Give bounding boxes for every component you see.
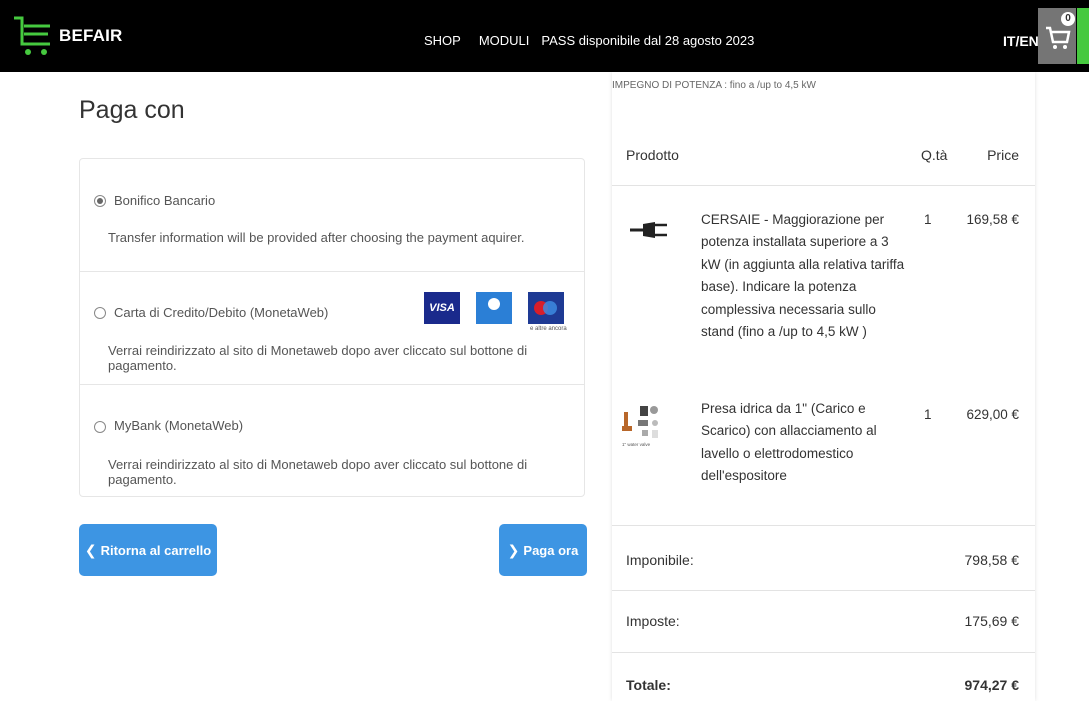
power-commitment-note: IMPEGNO DI POTENZA : fino a /up to 4,5 k… — [612, 80, 816, 91]
chevron-right-icon: ❯ — [507, 541, 520, 558]
chevron-left-icon: ❮ — [84, 541, 97, 558]
diners-club-logo-icon — [476, 292, 512, 324]
payment-methods-panel: Bonifico Bancario Transfer information w… — [79, 158, 585, 497]
visa-logo-icon: VISA — [424, 292, 460, 324]
payment-option-label: Bonifico Bancario — [114, 193, 216, 208]
payment-option-bonifico[interactable]: Bonifico Bancario Transfer information w… — [80, 159, 584, 271]
brand-logo[interactable]: BEFAIR — [12, 8, 172, 64]
radio-carta[interactable] — [94, 307, 106, 319]
divider — [612, 652, 1035, 653]
pay-now-button[interactable]: ❯ Paga ora — [499, 524, 587, 576]
water-valve-icon: 1" water valve — [622, 406, 658, 447]
pay-now-label: Paga ora — [523, 542, 579, 558]
column-header-qty: Q.tà — [921, 147, 948, 163]
column-header-price: Price — [987, 147, 1019, 163]
product-qty: 1 — [924, 212, 932, 227]
water-valve-caption: 1" water valve — [622, 442, 651, 447]
main-nav: SHOP MODULI PASS disponibile dal 28 agos… — [424, 33, 754, 48]
nav-moduli[interactable]: MODULI — [479, 33, 530, 48]
payment-option-description: Verrai reindirizzato al sito di Monetawe… — [108, 457, 528, 487]
payment-option-mybank[interactable]: MyBank (MonetaWeb) Verrai reindirizzato … — [80, 384, 584, 497]
product-name: Presa idrica da 1" (Carico e Scarico) co… — [701, 401, 877, 484]
payment-option-label: Carta di Credito/Debito (MonetaWeb) — [114, 305, 329, 320]
taxes-label: Imposte: — [626, 613, 680, 629]
total-value: 974,27 € — [964, 677, 1020, 693]
divider — [612, 525, 1035, 526]
total-label: Totale: — [626, 677, 671, 693]
product-name: CERSAIE - Maggiorazione per potenza inst… — [701, 212, 905, 340]
product-price: 169,58 € — [966, 212, 1019, 227]
cart-logo-icon — [14, 16, 50, 55]
brand-name: BEFAIR — [59, 26, 123, 45]
page-title: Paga con — [79, 96, 185, 124]
cart-count-badge: 0 — [1061, 12, 1075, 26]
payment-option-label: MyBank (MonetaWeb) — [114, 418, 244, 433]
subtotal-value: 798,58 € — [964, 552, 1020, 568]
accent-strip — [1077, 8, 1089, 64]
radio-bonifico[interactable] — [94, 195, 106, 207]
subtotal-label: Imponibile: — [626, 552, 694, 568]
product-qty: 1 — [924, 407, 932, 422]
product-price: 629,00 € — [966, 407, 1019, 422]
taxes-value: 175,69 € — [964, 613, 1020, 629]
card-logos: VISA e altre ancora — [424, 292, 570, 336]
nav-pass[interactable]: PASS disponibile dal 28 agosto 2023 — [541, 33, 754, 48]
cards-note: e altre ancora — [530, 326, 567, 332]
power-plug-icon — [630, 222, 667, 238]
payment-option-carta[interactable]: Carta di Credito/Debito (MonetaWeb) VISA… — [80, 271, 584, 384]
column-header-product: Prodotto — [626, 147, 679, 163]
order-summary-panel — [612, 72, 1035, 701]
divider — [612, 590, 1035, 591]
nav-shop[interactable]: SHOP — [424, 33, 461, 48]
radio-mybank[interactable] — [94, 421, 106, 433]
back-to-cart-label: Ritorna al carrello — [100, 542, 212, 558]
top-navbar: BEFAIR SHOP MODULI PASS disponibile dal … — [0, 0, 1089, 72]
divider — [612, 185, 1035, 186]
payment-option-description: Verrai reindirizzato al sito di Monetawe… — [108, 343, 528, 373]
language-switcher[interactable]: IT/EN — [1003, 33, 1039, 49]
payment-option-description: Transfer information will be provided af… — [108, 230, 525, 245]
back-to-cart-button[interactable]: ❮ Ritorna al carrello — [79, 524, 217, 576]
maestro-logo-icon — [528, 292, 564, 324]
